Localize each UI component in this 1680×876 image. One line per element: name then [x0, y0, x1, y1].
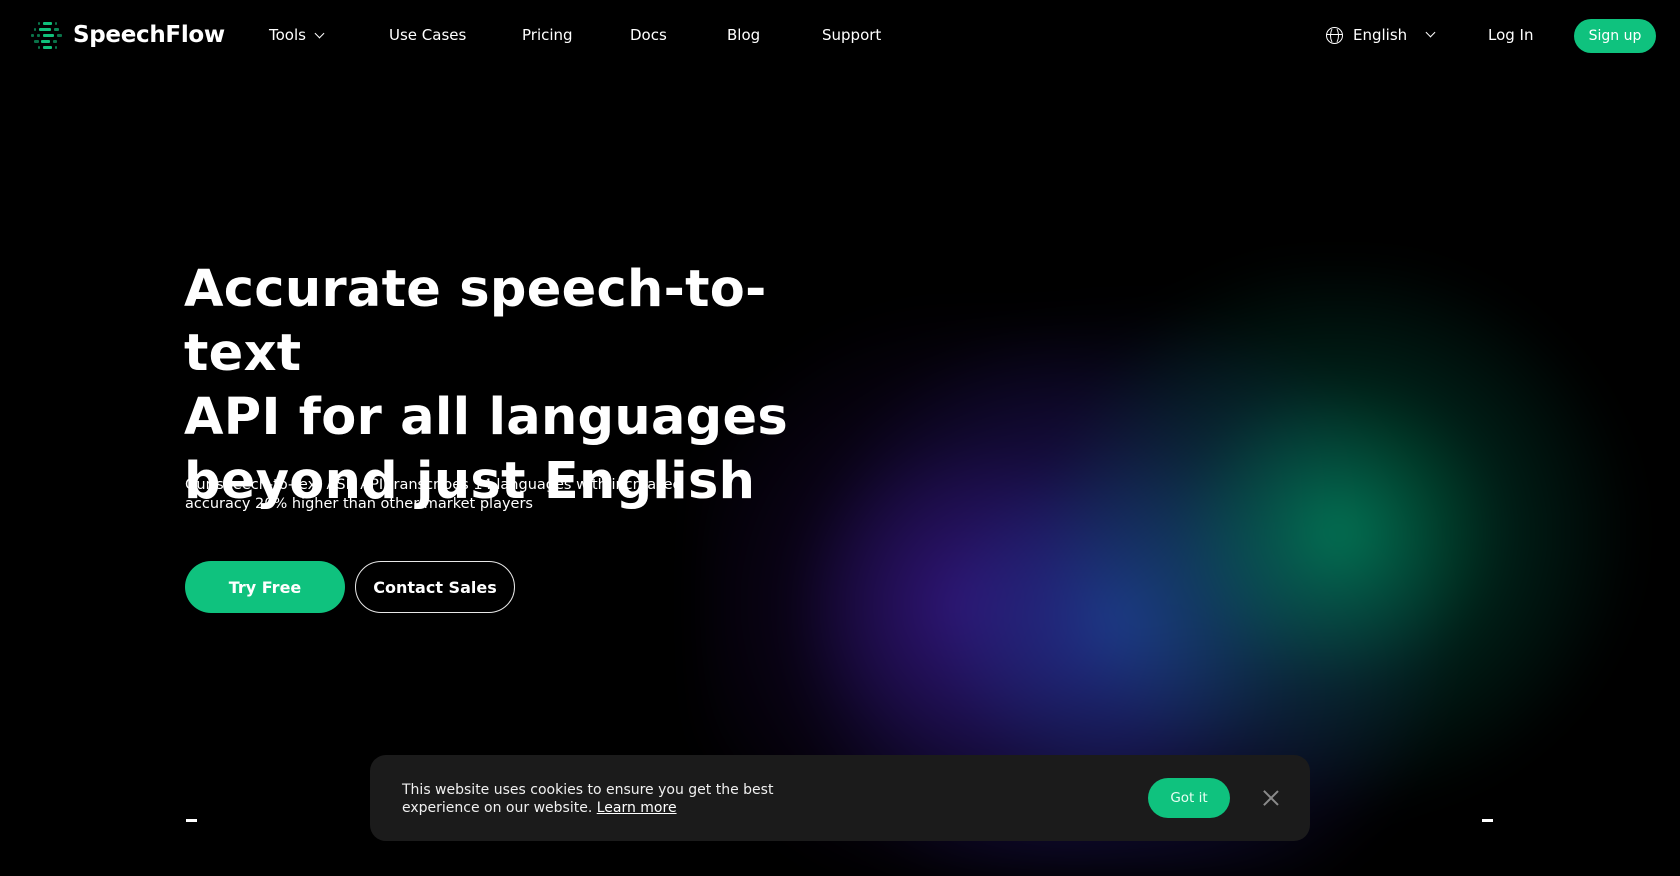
nav-support[interactable]: Support	[822, 26, 881, 44]
nav-tools[interactable]: Tools	[269, 26, 325, 44]
hero-title-line: Accurate speech-to-text	[184, 260, 767, 383]
globe-icon	[1326, 26, 1343, 44]
nav-tools-label: Tools	[269, 26, 306, 44]
chevron-down-icon	[314, 28, 325, 39]
carousel-indicator-left[interactable]	[186, 819, 197, 822]
chevron-down-icon	[1425, 27, 1436, 37]
close-icon[interactable]	[1262, 789, 1280, 807]
nav-docs[interactable]: Docs	[630, 26, 667, 44]
brand-logo[interactable]: SpeechFlow	[31, 20, 225, 50]
nav-blog[interactable]: Blog	[727, 26, 760, 44]
top-navbar: SpeechFlow Tools Use Cases Pricing Docs …	[0, 0, 1680, 72]
login-link[interactable]: Log In	[1488, 26, 1534, 44]
speechflow-logo-icon	[31, 20, 65, 50]
try-free-button[interactable]: Try Free	[185, 561, 345, 613]
language-label: English	[1353, 26, 1408, 44]
brand-name: SpeechFlow	[73, 22, 225, 48]
accept-cookies-button[interactable]: Got it	[1148, 778, 1230, 818]
signup-button[interactable]: Sign up	[1574, 19, 1656, 53]
nav-pricing[interactable]: Pricing	[522, 26, 573, 44]
cookie-banner: This website uses cookies to ensure you …	[370, 755, 1310, 841]
hero-subtitle: Our speech-to-text ASR API transcribes 1…	[185, 477, 682, 512]
language-selector[interactable]: English	[1326, 26, 1436, 44]
learn-more-link[interactable]: Learn more	[597, 800, 677, 816]
hero-title-line: API for all languages	[184, 388, 789, 447]
cookie-message-text: This website uses cookies to ensure you …	[402, 782, 774, 816]
carousel-indicator-right[interactable]	[1482, 819, 1493, 822]
nav-use-cases[interactable]: Use Cases	[389, 26, 466, 44]
contact-sales-button[interactable]: Contact Sales	[355, 561, 515, 613]
cookie-message: This website uses cookies to ensure you …	[402, 781, 822, 817]
